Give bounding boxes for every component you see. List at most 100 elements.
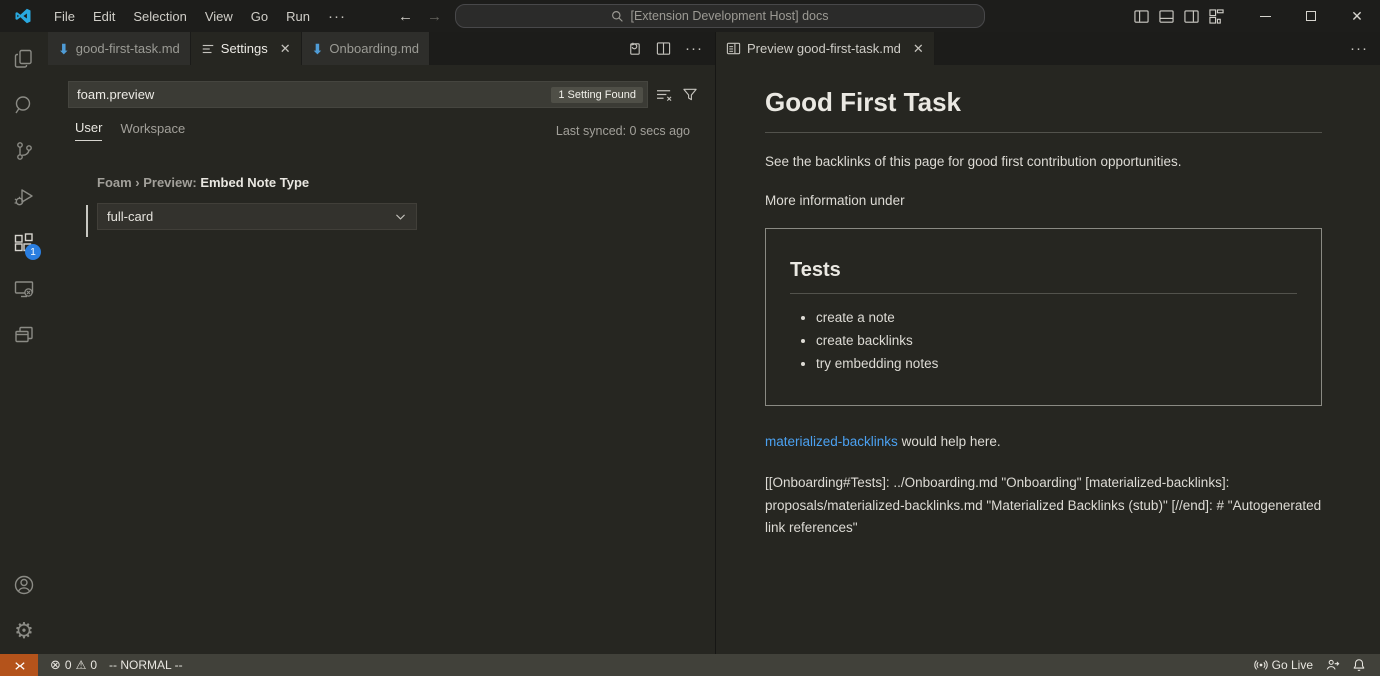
workbench: 1 ⚙ ⬇ good-first-task.md: [0, 32, 1380, 654]
scope-tab-user[interactable]: User: [75, 120, 102, 141]
settings-result-count-badge: 1 Setting Found: [551, 87, 643, 103]
menu-selection[interactable]: Selection: [125, 5, 194, 28]
notifications-button[interactable]: [1346, 654, 1372, 676]
go-live-label: Go Live: [1272, 658, 1313, 672]
warning-count: 0: [90, 658, 97, 672]
feedback-button[interactable]: [1319, 654, 1346, 676]
extensions-icon[interactable]: 1: [0, 220, 48, 266]
clear-filter-icon[interactable]: [656, 87, 673, 102]
settings-list-icon: [201, 42, 215, 56]
markdown-icon: ⬇: [58, 42, 70, 56]
open-preview-icon: [726, 41, 741, 56]
tab-label: Onboarding.md: [329, 41, 419, 56]
maximize-icon: [1306, 11, 1316, 21]
tab-good-first-task[interactable]: ⬇ good-first-task.md: [48, 32, 191, 65]
open-settings-json-icon[interactable]: [627, 41, 642, 56]
editor-group-left: ⬇ good-first-task.md Settings ✕ ⬇ Onboar…: [48, 32, 716, 654]
menu-file[interactable]: File: [46, 5, 83, 28]
dropdown-value: full-card: [107, 209, 153, 224]
vscode-window: File Edit Selection View Go Run ··· ← → …: [0, 0, 1380, 676]
more-actions-icon[interactable]: ···: [685, 40, 703, 57]
menu-overflow-button[interactable]: ···: [320, 4, 354, 29]
search-icon: [611, 10, 624, 23]
tab-bar-right: Preview good-first-task.md ✕ ···: [716, 32, 1380, 65]
preview-title: Good First Task: [765, 87, 1322, 133]
list-item: create backlinks: [816, 333, 1297, 348]
close-window-button[interactable]: ✕: [1334, 0, 1380, 32]
close-tab-icon[interactable]: ✕: [280, 41, 291, 57]
windows-stack-icon[interactable]: [0, 312, 48, 358]
settings-gear-icon[interactable]: ⚙: [0, 608, 48, 654]
status-bar: ⊗ 0 ⚠ 0 -- NORMAL -- Go Live: [0, 654, 1380, 676]
forward-arrow-icon[interactable]: →: [427, 8, 442, 25]
maximize-button[interactable]: [1288, 0, 1334, 32]
split-editor-icon[interactable]: [656, 41, 671, 56]
preview-paragraph: materialized-backlinks would help here.: [765, 432, 1322, 452]
error-icon: ⊗: [50, 657, 61, 673]
menu-edit[interactable]: Edit: [85, 5, 123, 28]
settings-editor: 1 Setting Found User Workspace Last sync…: [48, 65, 715, 654]
search-icon[interactable]: [0, 82, 48, 128]
preview-paragraph: More information under: [765, 191, 1322, 211]
chevron-down-icon: [394, 210, 407, 223]
tab-label: Preview good-first-task.md: [747, 41, 901, 56]
tab-settings[interactable]: Settings ✕: [191, 32, 302, 65]
warning-icon: ⚠: [76, 658, 87, 672]
more-actions-icon[interactable]: ···: [1350, 40, 1368, 57]
embed-note-type-dropdown[interactable]: full-card: [97, 203, 417, 230]
list-item: try embedding notes: [816, 356, 1297, 371]
scope-tab-workspace[interactable]: Workspace: [120, 121, 185, 141]
title-bar: File Edit Selection View Go Run ··· ← → …: [0, 0, 1380, 32]
vim-mode-label: -- NORMAL --: [109, 658, 183, 672]
bell-icon: [1352, 658, 1366, 672]
run-and-debug-icon[interactable]: [0, 174, 48, 220]
link-references-text: [[Onboarding#Tests]: ../Onboarding.md "O…: [765, 472, 1322, 540]
status-bar-left: ⊗ 0 ⚠ 0 -- NORMAL --: [44, 654, 189, 676]
command-center-search[interactable]: [Extension Development Host] docs: [455, 4, 985, 28]
tab-onboarding[interactable]: ⬇ Onboarding.md: [302, 32, 430, 65]
broadcast-icon: [1254, 658, 1268, 672]
customize-layout-icon[interactable]: [1209, 9, 1224, 24]
tab-label: Settings: [221, 41, 268, 56]
markdown-preview: Good First Task See the backlinks of thi…: [716, 65, 1380, 654]
settings-scope-tabs: User Workspace Last synced: 0 secs ago: [75, 120, 690, 141]
tab-label: good-first-task.md: [76, 41, 180, 56]
embedded-note-card: Tests create a note create backlinks try…: [765, 228, 1322, 406]
problems-indicator[interactable]: ⊗ 0 ⚠ 0: [44, 654, 103, 676]
back-arrow-icon[interactable]: ←: [398, 8, 413, 25]
accounts-icon[interactable]: [0, 562, 48, 608]
titlebar-right: ✕: [1134, 0, 1380, 32]
person-feedback-icon: [1325, 658, 1340, 672]
remote-icon: [12, 658, 27, 673]
toggle-secondary-sidebar-icon[interactable]: [1184, 9, 1199, 24]
filter-funnel-icon[interactable]: [682, 87, 698, 102]
close-tab-icon[interactable]: ✕: [913, 41, 924, 57]
menu-go[interactable]: Go: [243, 5, 276, 28]
link-suffix-text: would help here.: [898, 434, 1001, 449]
tab-preview-good-first-task[interactable]: Preview good-first-task.md ✕: [716, 32, 935, 65]
minimize-button[interactable]: [1242, 0, 1288, 32]
menu-run[interactable]: Run: [278, 5, 318, 28]
vim-mode-indicator[interactable]: -- NORMAL --: [103, 654, 189, 676]
setting-row-embed-note-type: Foam › Preview: Embed Note Type full-car…: [97, 175, 691, 230]
source-control-icon[interactable]: [0, 128, 48, 174]
tab-bar-left: ⬇ good-first-task.md Settings ✕ ⬇ Onboar…: [48, 32, 715, 65]
go-live-button[interactable]: Go Live: [1248, 654, 1319, 676]
materialized-backlinks-link[interactable]: materialized-backlinks: [765, 434, 898, 449]
setting-title: Foam › Preview: Embed Note Type: [97, 175, 691, 190]
menu-view[interactable]: View: [197, 5, 241, 28]
explorer-icon[interactable]: [0, 36, 48, 82]
menu-bar: File Edit Selection View Go Run ···: [46, 4, 354, 29]
settings-search-row: 1 Setting Found: [68, 81, 695, 108]
last-synced-label: Last synced: 0 secs ago: [556, 124, 690, 138]
modified-indicator: [86, 205, 88, 237]
setting-category: Foam › Preview:: [97, 175, 200, 190]
toggle-panel-icon[interactable]: [1159, 9, 1174, 24]
toggle-sidebar-icon[interactable]: [1134, 9, 1149, 24]
error-count: 0: [65, 658, 72, 672]
remote-indicator[interactable]: [0, 654, 38, 676]
vscode-logo-icon: [0, 7, 46, 25]
settings-search-box[interactable]: 1 Setting Found: [68, 81, 648, 108]
remote-explorer-icon[interactable]: [0, 266, 48, 312]
settings-search-input[interactable]: [77, 87, 551, 102]
